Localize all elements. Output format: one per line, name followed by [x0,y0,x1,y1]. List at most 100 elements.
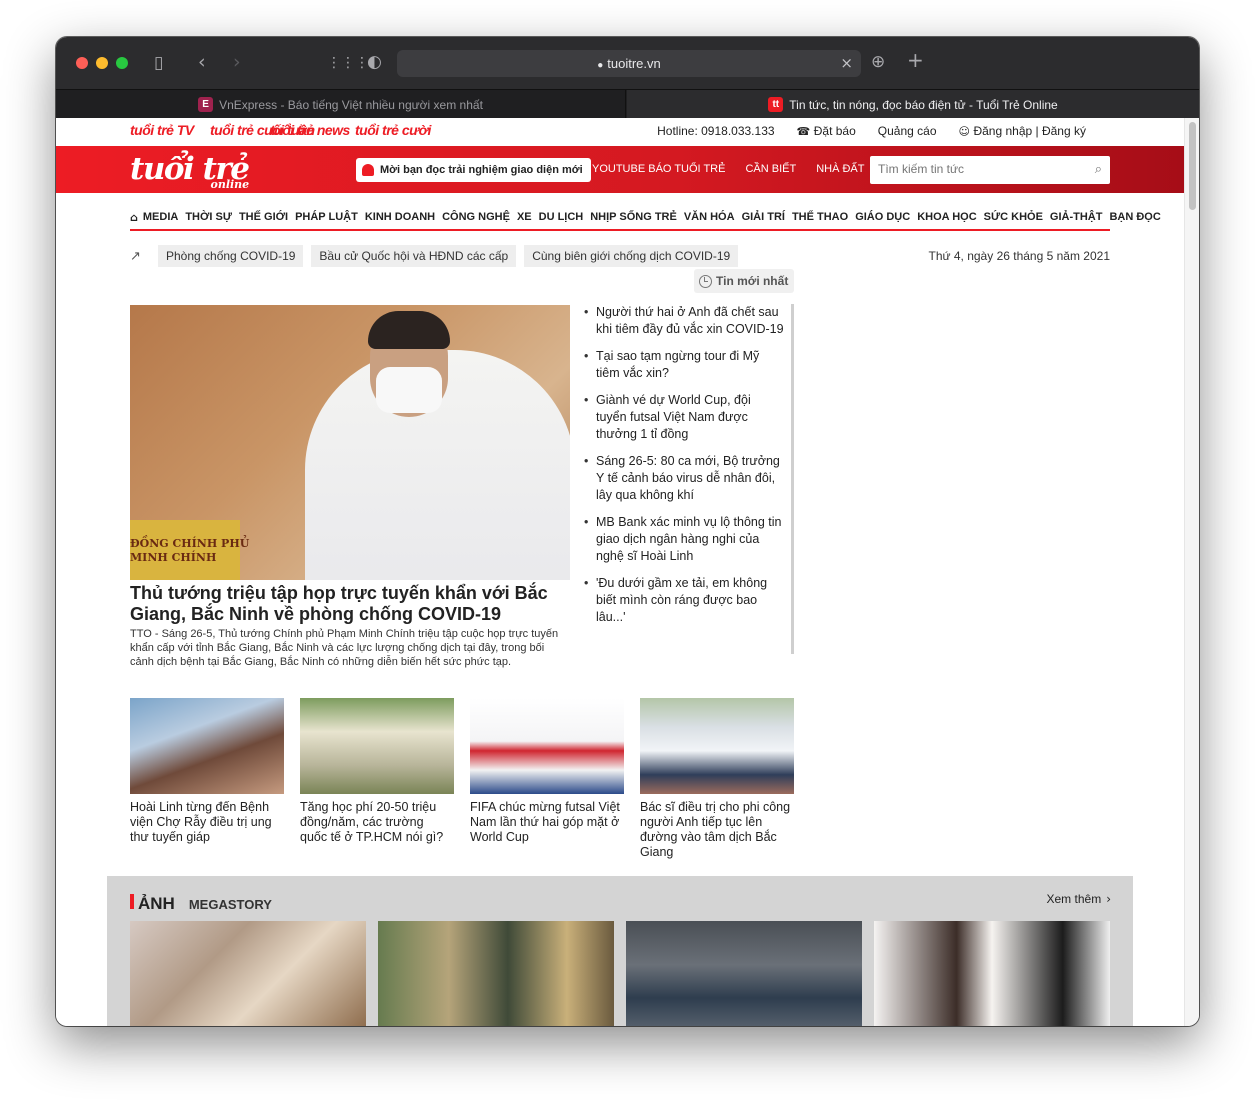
section-heading[interactable]: ẢNH [130,894,175,914]
nav-item-vanhoa[interactable]: VĂN HÓA [684,211,735,229]
latest-news-item[interactable]: Giành vé dự World Cup, đội tuyển futsal … [584,392,784,443]
nav-item-media[interactable]: MEDIA [143,211,178,229]
chevron-right-icon: › [1106,892,1111,906]
header-link-youtube[interactable]: YOUTUBE BÁO TUỔI TRẺ [592,163,725,175]
latest-news-item[interactable]: MB Bank xác minh vụ lộ thông tin giao dị… [584,514,784,565]
photo-story-image[interactable] [130,921,366,1026]
main-header: tuổi trẻonline Mời bạn đọc trải nghiệm g… [56,146,1184,193]
vnexpress-favicon-icon: E [198,97,214,112]
browser-window: ▯ ‹ › ⋮⋮⋮ ◐ ● tuoitre.vn × ⊕ + E VnExpres… [56,37,1199,1026]
nav-item-giathat[interactable]: GIẢ-THẬT [1050,211,1103,229]
minimize-window-button[interactable] [96,57,108,69]
zoom-window-button[interactable] [116,57,128,69]
nav-item-nhipsongtre[interactable]: NHỊP SỐNG TRẺ [590,211,677,229]
news-card[interactable]: Tăng học phí 20-50 triệu đồng/năm, các t… [300,698,454,845]
photo-story-image[interactable] [874,921,1110,1026]
sidebar-icon[interactable]: ▯ [154,55,163,72]
close-window-button[interactable] [76,57,88,69]
nav-item-phapluat[interactable]: PHÁP LUẬT [295,211,358,229]
news-card[interactable]: Bác sĩ điều trị cho phi công người Anh t… [640,698,794,860]
subscribe-link[interactable]: ☎ Đặt báo [797,124,856,138]
search-input[interactable] [878,162,1078,176]
news-card[interactable]: Hoài Linh từng đến Bệnh viện Chợ Rẫy điề… [130,698,284,845]
site-logo[interactable]: tuổi trẻonline [130,151,250,191]
latest-news-item[interactable]: Sáng 26-5: 80 ca mới, Bộ trưởng Y tế cản… [584,453,784,504]
latest-news-tab[interactable]: Tin mới nhất [694,269,794,293]
subscribe-label: Đặt báo [813,124,856,138]
news-card-thumbnail[interactable] [300,698,454,794]
hot-topic-chip[interactable]: Bầu cử Quốc hội và HĐND các cấp [311,245,517,267]
new-tab-icon[interactable]: + [907,50,924,70]
hero-headline[interactable]: Thủ tướng triệu tập họp trực tuyến khẩn … [130,583,550,625]
brand-tuoitre-news[interactable]: tuổi trẻ news [270,122,350,138]
shield-icon[interactable]: ◐ [367,54,382,71]
nav-item-xe[interactable]: XE [517,211,532,229]
nav-item-giaitri[interactable]: GIẢI TRÍ [742,211,785,229]
see-more-label: Xem thêm [1046,892,1102,906]
tab-vnexpress[interactable]: E VnExpress - Báo tiếng Việt nhiều người… [56,90,626,119]
brand-tuoitre-tv[interactable]: tuổi trẻ TV [130,122,194,138]
news-card-title[interactable]: Tăng học phí 20-50 triệu đồng/năm, các t… [300,800,454,845]
nav-item-khoahoc[interactable]: KHOA HỌC [917,211,976,229]
scrollbar-thumb[interactable] [1189,122,1196,210]
news-card-title[interactable]: Bác sĩ điều trị cho phi công người Anh t… [640,800,794,860]
search-box: ⌕ [870,156,1110,184]
nav-item-kinhdoanh[interactable]: KINH DOANH [365,211,435,229]
url-text[interactable]: ● tuoitre.vn [397,56,861,71]
nav-item-suckhoe[interactable]: SỨC KHỎE [984,211,1043,229]
news-card-thumbnail[interactable] [470,698,624,794]
new-ui-promo-button[interactable]: Mời bạn đọc trải nghiệm giao diện mới [356,158,591,182]
header-link-nhadat[interactable]: NHÀ ĐẤT [816,163,864,175]
see-more-link[interactable]: Xem thêm › [1047,892,1112,906]
name-plate-text: ĐỒNG CHÍNH PHỦ MINH CHÍNH [130,537,250,564]
photo-section-header: ẢNH MEGASTORY [130,894,272,914]
tab-overview-icon[interactable]: ⋮⋮⋮ [327,55,369,72]
photo-story-image[interactable] [378,921,614,1026]
header-link-canbiet[interactable]: CẦN BIẾT [745,163,796,175]
news-card-title[interactable]: Hoài Linh từng đến Bệnh viện Chợ Rẫy điề… [130,800,284,845]
photo-story-image[interactable] [626,921,862,1026]
news-card[interactable]: FIFA chúc mừng futsal Việt Nam lần thứ h… [470,698,624,845]
login-link[interactable]: ☺ Đăng nhập | Đăng ký [959,124,1087,138]
ads-link[interactable]: Quảng cáo [878,124,937,138]
latest-news-item[interactable]: Tại sao tạm ngừng tour đi Mỹ tiêm vắc xi… [584,348,784,382]
nav-item-bandoc[interactable]: BẠN ĐỌC [1109,211,1160,229]
url-value: tuoitre.vn [607,56,661,71]
nav-item-giaoduc[interactable]: GIÁO DỤC [855,211,910,229]
news-card-thumbnail[interactable] [130,698,284,794]
latest-news-label: Tin mới nhất [716,274,789,288]
login-label: Đăng nhập | Đăng ký [973,124,1086,138]
tab-tuoitre[interactable]: tt Tin tức, tin nóng, đọc báo điện tử - … [627,90,1199,119]
hero-image[interactable]: ĐỒNG CHÍNH PHỦ MINH CHÍNH [130,305,570,580]
promo-label: Mời bạn đọc trải nghiệm giao diện mới [380,164,583,176]
megastory-link[interactable]: MEGASTORY [189,897,272,912]
brand-tuoitre-cuoi[interactable]: tuổi trẻ cười [355,122,431,138]
latest-news-item[interactable]: 'Đu dưới gầm xe tải, em không biết mình … [584,575,784,626]
address-bar[interactable]: ● tuoitre.vn × [397,50,861,77]
lock-icon: ● [597,60,604,71]
news-card-thumbnail[interactable] [640,698,794,794]
latest-news-item[interactable]: Người thứ hai ở Anh đã chết sau khi tiêm… [584,304,784,338]
section-title: ẢNH [138,894,175,913]
nav-item-thoisu[interactable]: THỜI SỰ [185,211,232,229]
vertical-scrollbar[interactable] [1184,118,1199,1026]
hot-topic-chip[interactable]: Cùng biên giới chống dịch COVID-19 [524,245,739,267]
download-icon[interactable]: ⊕ [871,54,885,71]
top-bar-links: Hotline: 0918.033.133 ☎ Đặt báo Quảng cá… [657,124,1086,138]
news-card-title[interactable]: FIFA chúc mừng futsal Việt Nam lần thứ h… [470,800,624,845]
face-mask [376,367,442,413]
latest-news-list: Người thứ hai ở Anh đã chết sau khi tiêm… [584,304,794,654]
nav-item-thegioi[interactable]: THẾ GIỚI [239,211,288,229]
logo-sub: online [210,178,250,191]
home-icon[interactable]: ⌂ [130,211,138,229]
trending-icon: ↗ [130,248,141,264]
close-icon[interactable]: × [840,54,853,72]
forward-icon[interactable]: › [233,53,241,72]
nav-item-congnghe[interactable]: CÔNG NGHỆ [442,211,510,229]
nav-item-thethao[interactable]: THỂ THAO [792,211,848,229]
nav-item-dulich[interactable]: DU LỊCH [539,211,584,229]
hot-topic-chip[interactable]: Phòng chống COVID-19 [158,245,304,267]
back-icon[interactable]: ‹ [198,53,206,72]
tab-title: Tin tức, tin nóng, đọc báo điện tử - Tuổ… [789,97,1058,112]
search-icon[interactable]: ⌕ [1095,162,1102,177]
